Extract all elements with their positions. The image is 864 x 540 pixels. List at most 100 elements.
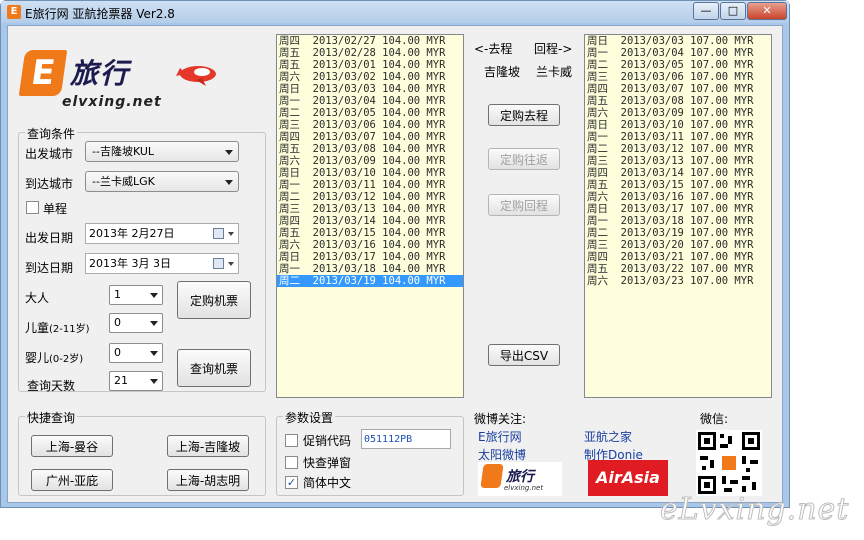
quick-guangzhou-kk-button[interactable]: 广州-亚庇	[31, 469, 113, 491]
depart-city-value: --吉隆坡KUL	[92, 145, 155, 158]
days-select[interactable]: 21	[109, 371, 163, 391]
return-row[interactable]: 周一 2013/03/04 107.00 MYR	[585, 47, 771, 59]
outbound-row[interactable]: 周二 2013/03/05 104.00 MYR	[277, 107, 463, 119]
book-outbound-button[interactable]: 定购去程	[488, 104, 560, 126]
maximize-button[interactable]: □	[720, 2, 746, 20]
outbound-row[interactable]: 周日 2013/03/03 104.00 MYR	[277, 83, 463, 95]
return-row[interactable]: 周六 2013/03/16 107.00 MYR	[585, 191, 771, 203]
return-row[interactable]: 周五 2013/03/22 107.00 MYR	[585, 263, 771, 275]
return-row[interactable]: 周日 2013/03/10 107.00 MYR	[585, 119, 771, 131]
return-row[interactable]: 周二 2013/03/19 107.00 MYR	[585, 227, 771, 239]
return-row[interactable]: 周四 2013/03/21 107.00 MYR	[585, 251, 771, 263]
chinese-checkbox[interactable]: ✓	[285, 476, 298, 489]
outbound-row[interactable]: 周一 2013/03/18 104.00 MYR	[277, 263, 463, 275]
outbound-row[interactable]: 周日 2013/03/17 104.00 MYR	[277, 251, 463, 263]
child-value: 0	[114, 316, 121, 329]
outbound-flight-list[interactable]: 周四 2013/02/27 104.00 MYR 周五 2013/02/28 10…	[276, 34, 464, 398]
go-direction-label: <-去程	[474, 42, 513, 56]
depart-city-select[interactable]: --吉隆坡KUL	[85, 141, 239, 162]
outbound-row[interactable]: 周三 2013/03/13 104.00 MYR	[277, 203, 463, 215]
outbound-row[interactable]: 周六 2013/03/16 104.00 MYR	[277, 239, 463, 251]
arrive-date-picker[interactable]: 2013年 3月 3日	[85, 253, 239, 274]
promo-code-input[interactable]	[361, 429, 451, 449]
return-row[interactable]: 周六 2013/03/09 107.00 MYR	[585, 107, 771, 119]
return-row[interactable]: 周三 2013/03/13 107.00 MYR	[585, 155, 771, 167]
search-ticket-button[interactable]: 查询机票	[177, 349, 251, 387]
outbound-row[interactable]: 周四 2013/02/27 104.00 MYR	[277, 35, 463, 47]
outbound-row[interactable]: 周五 2013/03/08 104.00 MYR	[277, 143, 463, 155]
infant-value: 0	[114, 346, 121, 359]
small-logo-domain: elvxing.net	[504, 484, 544, 492]
chinese-label: 简体中文	[303, 476, 352, 490]
popup-checkbox[interactable]	[285, 456, 298, 469]
quick-shanghai-bangkok-button[interactable]: 上海-曼谷	[31, 435, 113, 457]
adult-select[interactable]: 1	[109, 285, 163, 305]
arrive-city-label: 到达城市	[25, 177, 74, 191]
return-direction-label: 回程->	[534, 42, 573, 56]
return-row[interactable]: 周一 2013/03/18 107.00 MYR	[585, 215, 771, 227]
return-rows: 周日 2013/03/03 107.00 MYR 周一 2013/03/04 10…	[585, 35, 771, 287]
return-row[interactable]: 周二 2013/03/05 107.00 MYR	[585, 59, 771, 71]
outbound-row[interactable]: 周三 2013/03/06 104.00 MYR	[277, 119, 463, 131]
chevron-down-icon	[150, 351, 158, 356]
return-row[interactable]: 周五 2013/03/08 107.00 MYR	[585, 95, 771, 107]
logo-text: 旅行	[70, 57, 131, 90]
return-row[interactable]: 周日 2013/03/17 107.00 MYR	[585, 203, 771, 215]
outbound-row[interactable]: 周六 2013/03/02 104.00 MYR	[277, 71, 463, 83]
return-row[interactable]: 周六 2013/03/23 107.00 MYR	[585, 275, 771, 287]
arrive-city-select[interactable]: --兰卡威LGK	[85, 171, 239, 192]
quick-query-group: 快捷查询 上海-曼谷 上海-吉隆坡 广州-亚庇 上海-胡志明	[18, 409, 266, 496]
quick-shanghai-kl-button[interactable]: 上海-吉隆坡	[167, 435, 249, 457]
weibo-sun-link[interactable]: 太阳微博	[478, 446, 526, 463]
outbound-row[interactable]: 周四 2013/03/07 104.00 MYR	[277, 131, 463, 143]
adult-value: 1	[114, 288, 121, 301]
outbound-row[interactable]: 周二 2013/03/12 104.00 MYR	[277, 191, 463, 203]
calendar-icon	[213, 258, 224, 269]
outbound-row[interactable]: 周五 2013/02/28 104.00 MYR	[277, 47, 463, 59]
promo-checkbox[interactable]	[285, 434, 298, 447]
logo-domain: elvxing.net	[62, 94, 162, 110]
child-select[interactable]: 0	[109, 313, 163, 333]
oneway-label: 单程	[43, 202, 68, 216]
return-row[interactable]: 周五 2013/03/15 107.00 MYR	[585, 179, 771, 191]
return-row[interactable]: 周二 2013/03/12 107.00 MYR	[585, 143, 771, 155]
params-group: 参数设置 促销代码 快查弹窗 ✓ 简体中文	[276, 409, 464, 496]
return-row[interactable]: 周一 2013/03/11 107.00 MYR	[585, 131, 771, 143]
outbound-row[interactable]: 周二 2013/03/19 104.00 MYR	[277, 275, 463, 287]
return-row[interactable]: 周四 2013/03/07 107.00 MYR	[585, 83, 771, 95]
oneway-checkbox[interactable]	[26, 201, 39, 214]
outbound-row[interactable]: 周一 2013/03/04 104.00 MYR	[277, 95, 463, 107]
quick-shanghai-hcm-button[interactable]: 上海-胡志明	[167, 469, 249, 491]
query-group: 查询条件 出发城市 --吉隆坡KUL 到达城市 --兰卡威LGK 单程 出发日期…	[18, 125, 266, 393]
airasia-logo[interactable]: AirAsia	[588, 460, 668, 496]
title-bar[interactable]: E E旅行网 亚航抢票器 Ver2.8 — □ ✕	[1, 1, 789, 23]
outbound-row[interactable]: 周五 2013/03/01 104.00 MYR	[277, 59, 463, 71]
airasia-home-link[interactable]: 亚航之家	[584, 428, 632, 445]
minimize-button[interactable]: —	[693, 2, 719, 20]
child-label: 儿童(2-11岁)	[25, 319, 90, 336]
chevron-down-icon	[150, 321, 158, 326]
outbound-row[interactable]: 周六 2013/03/09 104.00 MYR	[277, 155, 463, 167]
outbound-row[interactable]: 周五 2013/03/15 104.00 MYR	[277, 227, 463, 239]
return-row[interactable]: 周四 2013/03/14 107.00 MYR	[585, 167, 771, 179]
book-roundtrip-button[interactable]: 定购往返	[488, 148, 560, 170]
depart-date-picker[interactable]: 2013年 2月27日	[85, 223, 239, 244]
chevron-down-icon	[228, 232, 234, 236]
book-return-button[interactable]: 定购回程	[488, 194, 560, 216]
return-flight-list[interactable]: 周日 2013/03/03 107.00 MYR 周一 2013/03/04 10…	[584, 34, 772, 398]
chevron-down-icon	[228, 262, 234, 266]
return-row[interactable]: 周三 2013/03/06 107.00 MYR	[585, 71, 771, 83]
adult-label: 大人	[25, 291, 50, 305]
outbound-row[interactable]: 周一 2013/03/11 104.00 MYR	[277, 179, 463, 191]
close-button[interactable]: ✕	[747, 2, 787, 20]
book-ticket-button[interactable]: 定购机票	[177, 281, 251, 319]
promo-label: 促销代码	[303, 434, 352, 448]
return-row[interactable]: 周日 2013/03/03 107.00 MYR	[585, 35, 771, 47]
export-csv-button[interactable]: 导出CSV	[488, 344, 560, 366]
return-row[interactable]: 周三 2013/03/20 107.00 MYR	[585, 239, 771, 251]
infant-select[interactable]: 0	[109, 343, 163, 363]
weibo-elvxing-link[interactable]: E旅行网	[478, 428, 522, 445]
outbound-row[interactable]: 周日 2013/03/10 104.00 MYR	[277, 167, 463, 179]
popup-label: 快查弹窗	[303, 456, 352, 470]
outbound-row[interactable]: 周四 2013/03/14 104.00 MYR	[277, 215, 463, 227]
